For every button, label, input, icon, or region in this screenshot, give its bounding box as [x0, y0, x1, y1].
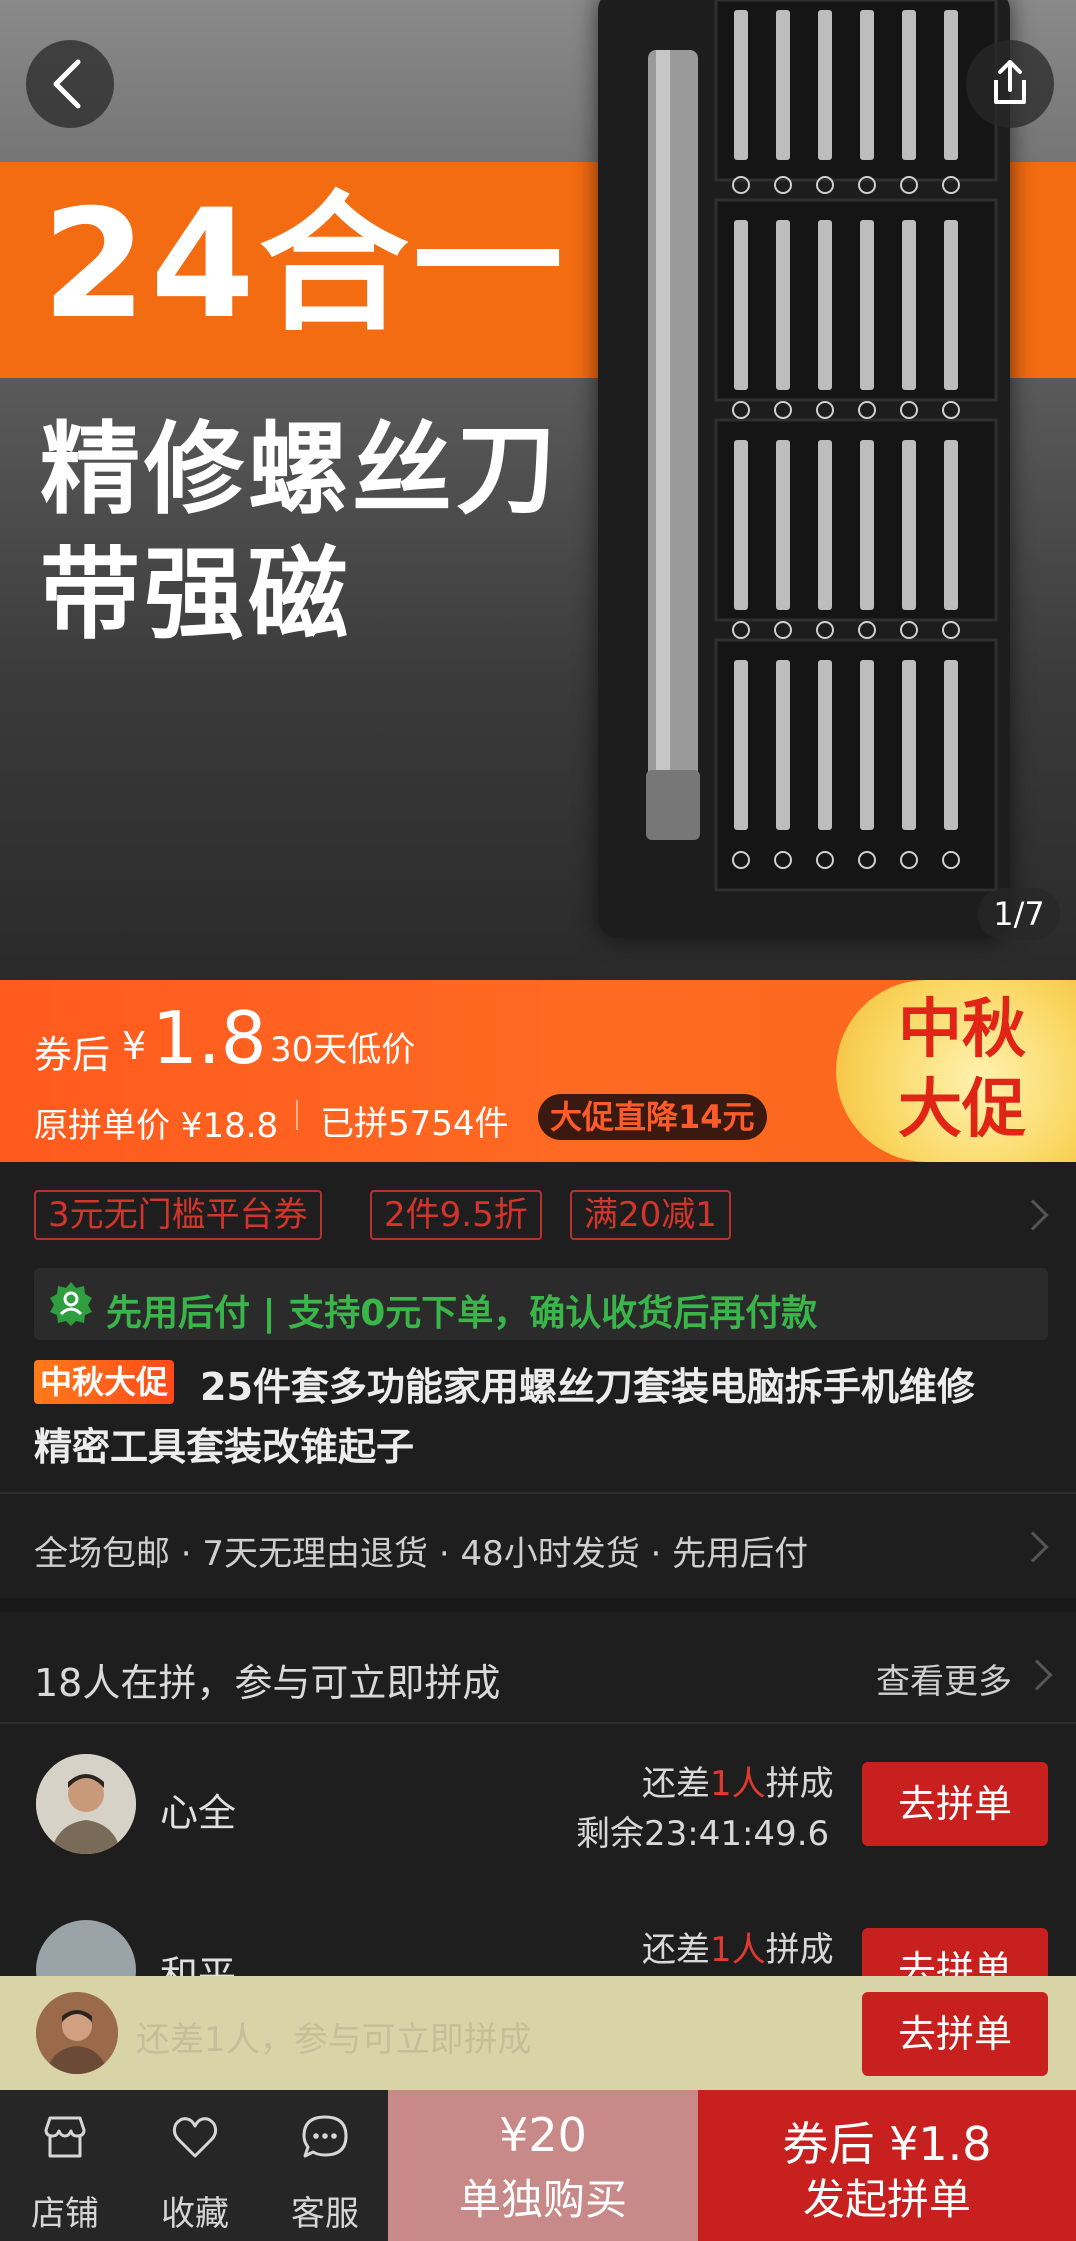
tab-label: 店铺 — [31, 2194, 99, 2234]
avatar — [36, 1754, 136, 1854]
promo-discount-pill: 大促直降14元 — [538, 1094, 767, 1140]
sticky-join-text: 还差1人，参与可立即拼成 — [136, 2020, 532, 2060]
pay-later-text: 先用后付 | 支持0元下单，确认收货后再付款 — [106, 1293, 818, 1334]
festival-promo-tag: 中秋大促 — [34, 1360, 175, 1404]
service-guarantees[interactable]: 全场包邮 · 7天无理由退货 · 48小时发货 · 先用后付 — [34, 1526, 808, 1575]
festival-badge-line1: 中秋 — [898, 993, 1026, 1067]
single-price: ¥20 — [499, 2108, 587, 2162]
festival-badge-line2: 大促 — [898, 1073, 1026, 1147]
image-page-indicator: 1/7 — [978, 888, 1060, 940]
screwdriver-case-image — [598, 0, 1010, 938]
group-label: 发起拼单 — [802, 2175, 971, 2224]
start-group-buy-button[interactable]: 券后 ¥1.8 发起拼单 — [698, 2090, 1076, 2241]
single-label: 单独购买 — [458, 2175, 627, 2224]
pay-later-icon — [48, 1280, 94, 1326]
avatar — [36, 1992, 118, 2074]
original-price: 原拼单价 ¥18.8 — [34, 1106, 279, 1146]
group-need-text: 还差1人拼成 — [642, 1756, 834, 1805]
need-suffix: 拼成 — [765, 1930, 834, 1970]
coupon-tag[interactable]: 满20减1 — [570, 1190, 731, 1240]
hero-headline: 24合一 — [42, 178, 567, 352]
group-need-text: 还差1人拼成 — [642, 1922, 834, 1971]
divider — [0, 1492, 1076, 1494]
tab-label: 收藏 — [161, 2194, 229, 2234]
hero-subline-1: 精修螺丝刀 — [40, 411, 560, 528]
heart-icon — [172, 2117, 218, 2158]
group-price: 券后 ¥1.8 — [782, 2117, 992, 2171]
tab-favorite[interactable]: 收藏 — [130, 2090, 260, 2241]
group-remaining-time: 剩余23:41:49.6 — [576, 1814, 830, 1854]
product-title-line1: 25件套多功能家用螺丝刀套装电脑拆手机维修 — [200, 1365, 975, 1409]
divider — [296, 1100, 298, 1130]
see-more-link[interactable]: 查看更多 — [876, 1654, 1012, 1703]
lowest-price-label: 30天低价 — [270, 1030, 416, 1070]
need-prefix: 还差 — [642, 1930, 710, 1970]
chevron-left-icon — [53, 59, 81, 109]
buy-single-button[interactable]: ¥20 单独购买 — [388, 2090, 698, 2241]
group-buy-header: 18人在拼，参与可立即拼成 — [34, 1661, 501, 1705]
price-value: 1.8 — [152, 996, 267, 1080]
hero-subline-2: 带强磁 — [40, 536, 352, 653]
back-button[interactable] — [26, 40, 114, 128]
divider — [0, 1722, 1076, 1724]
section-gap — [0, 1598, 1076, 1612]
need-suffix: 拼成 — [765, 1764, 834, 1804]
need-count: 1人 — [710, 1930, 766, 1970]
tab-store[interactable]: 店铺 — [0, 2090, 130, 2241]
group-user-name: 心全 — [160, 1791, 237, 1835]
chevron-right-icon[interactable] — [1017, 1531, 1049, 1563]
chevron-right-icon[interactable] — [1017, 1199, 1049, 1231]
join-group-button[interactable]: 去拼单 — [862, 1762, 1048, 1846]
coupon-tag[interactable]: 2件9.5折 — [370, 1190, 542, 1240]
chat-icon — [302, 2115, 348, 2158]
coupon-tag[interactable]: 3元无门槛平台券 — [34, 1190, 322, 1240]
need-prefix: 还差 — [642, 1764, 710, 1804]
tab-label: 客服 — [291, 2194, 359, 2234]
currency-symbol: ¥ — [122, 1024, 147, 1068]
after-coupon-label: 券后 — [34, 1033, 111, 1077]
sticky-join-button[interactable]: 去拼单 — [862, 1992, 1048, 2076]
product-title-line2: 精密工具套装改锥起子 — [34, 1425, 415, 1469]
need-count: 1人 — [710, 1764, 766, 1804]
chevron-right-icon[interactable] — [1021, 1659, 1053, 1691]
share-icon — [994, 60, 1026, 104]
tab-customer-service[interactable]: 客服 — [260, 2090, 390, 2241]
store-icon — [44, 2116, 86, 2158]
share-button[interactable] — [966, 40, 1054, 128]
sold-count: 已拼5754件 — [320, 1104, 509, 1144]
